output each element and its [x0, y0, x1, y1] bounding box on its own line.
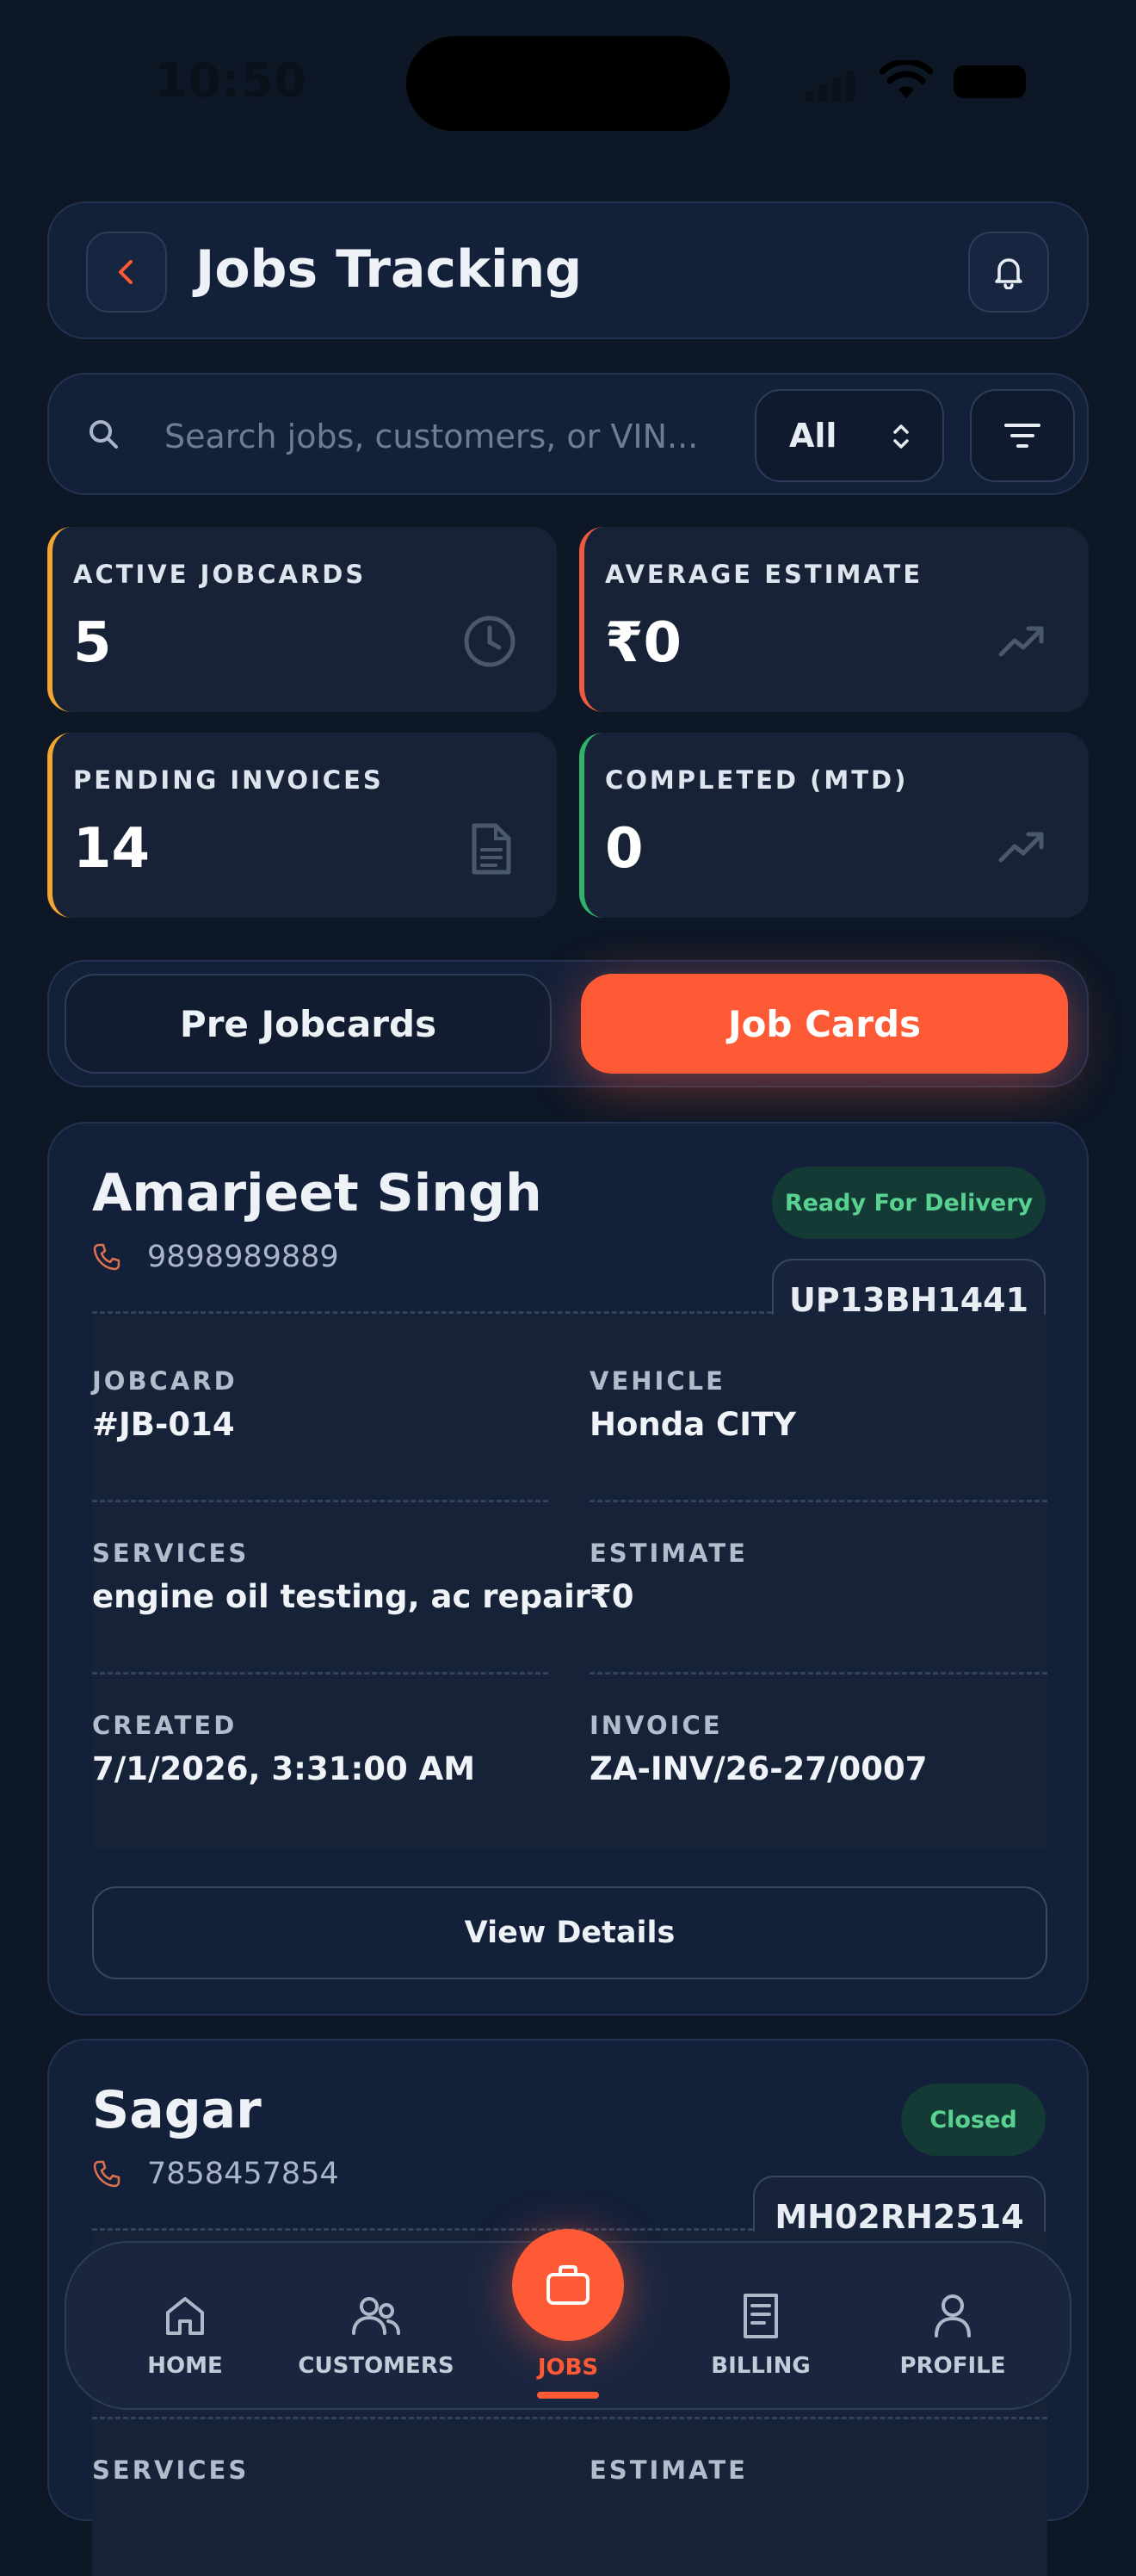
stat-label: COMPLETED (MTD): [605, 765, 909, 795]
users-icon: [352, 2297, 400, 2335]
invoice-value: ZA-INV/26-27/0007: [590, 1750, 928, 1787]
job-details-grid: JOBCARD #JB-014 VEHICLE Honda CITY SERVI…: [92, 1315, 1047, 1848]
status-badge: Closed: [901, 2084, 1046, 2156]
status-badge: Ready For Delivery: [772, 1167, 1046, 1239]
divider: [92, 2417, 1047, 2419]
services-label: SERVICES: [92, 2455, 250, 2485]
stat-label: ACTIVE JOBCARDS: [73, 560, 367, 589]
cellular-signal-icon: [805, 71, 855, 102]
services-label: SERVICES: [92, 1539, 250, 1568]
home-icon: [166, 2297, 204, 2335]
page-title: Jobs Tracking: [195, 239, 583, 300]
search-icon: [90, 420, 118, 449]
nav-label: PROFILE: [899, 2353, 1006, 2379]
receipt-icon: [744, 2294, 778, 2338]
stat-value: ₹0: [605, 611, 682, 675]
document-icon: [472, 823, 511, 875]
stat-value: 14: [73, 817, 151, 881]
vehicle-label: VEHICLE: [590, 1366, 725, 1396]
services-value: engine oil testing, ac repair: [92, 1578, 591, 1615]
trending-up-icon: [998, 832, 1044, 863]
header-bar: Jobs Tracking: [47, 201, 1089, 339]
user-icon: [935, 2294, 971, 2338]
divider: [92, 1672, 548, 1675]
search-input[interactable]: [163, 407, 700, 466]
stat-value: 0: [605, 817, 644, 881]
stat-average-estimate: AVERAGE ESTIMATE ₹0: [579, 527, 1089, 712]
tab-job-cards[interactable]: Job Cards: [581, 974, 1068, 1074]
wifi-icon: [880, 60, 933, 98]
search-bar: All: [47, 373, 1089, 495]
stat-value: 5: [73, 611, 112, 675]
nav-profile[interactable]: PROFILE: [867, 2243, 1039, 2412]
status-filter-select[interactable]: All: [755, 389, 944, 482]
nav-home[interactable]: HOME: [99, 2243, 271, 2412]
nav-label: HOME: [147, 2353, 223, 2379]
divider: [590, 1672, 1047, 1675]
status-filter-value: All: [789, 417, 837, 455]
customer-phone: 7858457854: [92, 2157, 339, 2191]
notifications-button[interactable]: [968, 232, 1049, 313]
jobcard-value: #JB-014: [92, 1406, 235, 1443]
nav-customers[interactable]: CUSTOMERS: [290, 2243, 462, 2412]
view-details-button[interactable]: View Details: [92, 1886, 1047, 1979]
chevron-left-icon: [119, 260, 133, 284]
phone-icon: [93, 1243, 120, 1271]
divider: [92, 1500, 548, 1502]
stat-label: PENDING INVOICES: [73, 765, 384, 795]
back-button[interactable]: [86, 232, 167, 313]
bell-icon: [995, 258, 1022, 289]
estimate-value: ₹0: [590, 1578, 634, 1615]
divider: [590, 1500, 1047, 1502]
nav-jobs-label: JOBS: [537, 2355, 599, 2381]
tab-pre-jobcards[interactable]: Pre Jobcards: [65, 974, 552, 1074]
chevron-up-down-icon: [893, 424, 909, 449]
filter-icon: [1004, 424, 1040, 448]
filter-button[interactable]: [970, 389, 1075, 482]
estimate-label: ESTIMATE: [590, 1539, 748, 1568]
trending-up-icon: [998, 626, 1044, 657]
stat-active-jobcards: ACTIVE JOBCARDS 5: [47, 527, 557, 712]
divider: [92, 2228, 753, 2231]
job-card: Amarjeet Singh 9898989889 Ready For Deli…: [47, 1122, 1089, 2016]
briefcase-icon: [546, 2265, 590, 2305]
customer-phone: 9898989889: [92, 1240, 339, 1274]
estimate-label: ESTIMATE: [590, 2455, 748, 2485]
nav-billing[interactable]: BILLING: [675, 2243, 847, 2412]
phone-number: 7858457854: [147, 2157, 339, 2191]
stat-completed-mtd: COMPLETED (MTD) 0: [579, 733, 1089, 918]
clock-icon: [464, 616, 516, 667]
active-tab-indicator: [537, 2392, 599, 2399]
phone-icon: [93, 2160, 120, 2188]
nav-label: CUSTOMERS: [298, 2353, 454, 2379]
jobs-tabs: Pre Jobcards Job Cards: [47, 960, 1089, 1087]
created-label: CREATED: [92, 1711, 238, 1740]
nav-jobs[interactable]: [512, 2229, 624, 2341]
invoice-label: INVOICE: [590, 1711, 723, 1740]
stat-pending-invoices: PENDING INVOICES 14: [47, 733, 557, 918]
dynamic-island: [406, 36, 730, 131]
created-value: 7/1/2026, 3:31:00 AM: [92, 1750, 476, 1787]
phone-number: 9898989889: [147, 1240, 339, 1274]
divider: [92, 1311, 772, 1314]
status-time: 10:50: [155, 53, 307, 108]
customer-name: Sagar: [92, 2080, 262, 2140]
customer-name: Amarjeet Singh: [92, 1163, 542, 1223]
battery-icon: [954, 65, 1026, 98]
jobcard-label: JOBCARD: [92, 1366, 238, 1396]
vehicle-value: Honda CITY: [590, 1406, 797, 1443]
stat-label: AVERAGE ESTIMATE: [605, 560, 923, 589]
nav-label: BILLING: [711, 2353, 811, 2379]
